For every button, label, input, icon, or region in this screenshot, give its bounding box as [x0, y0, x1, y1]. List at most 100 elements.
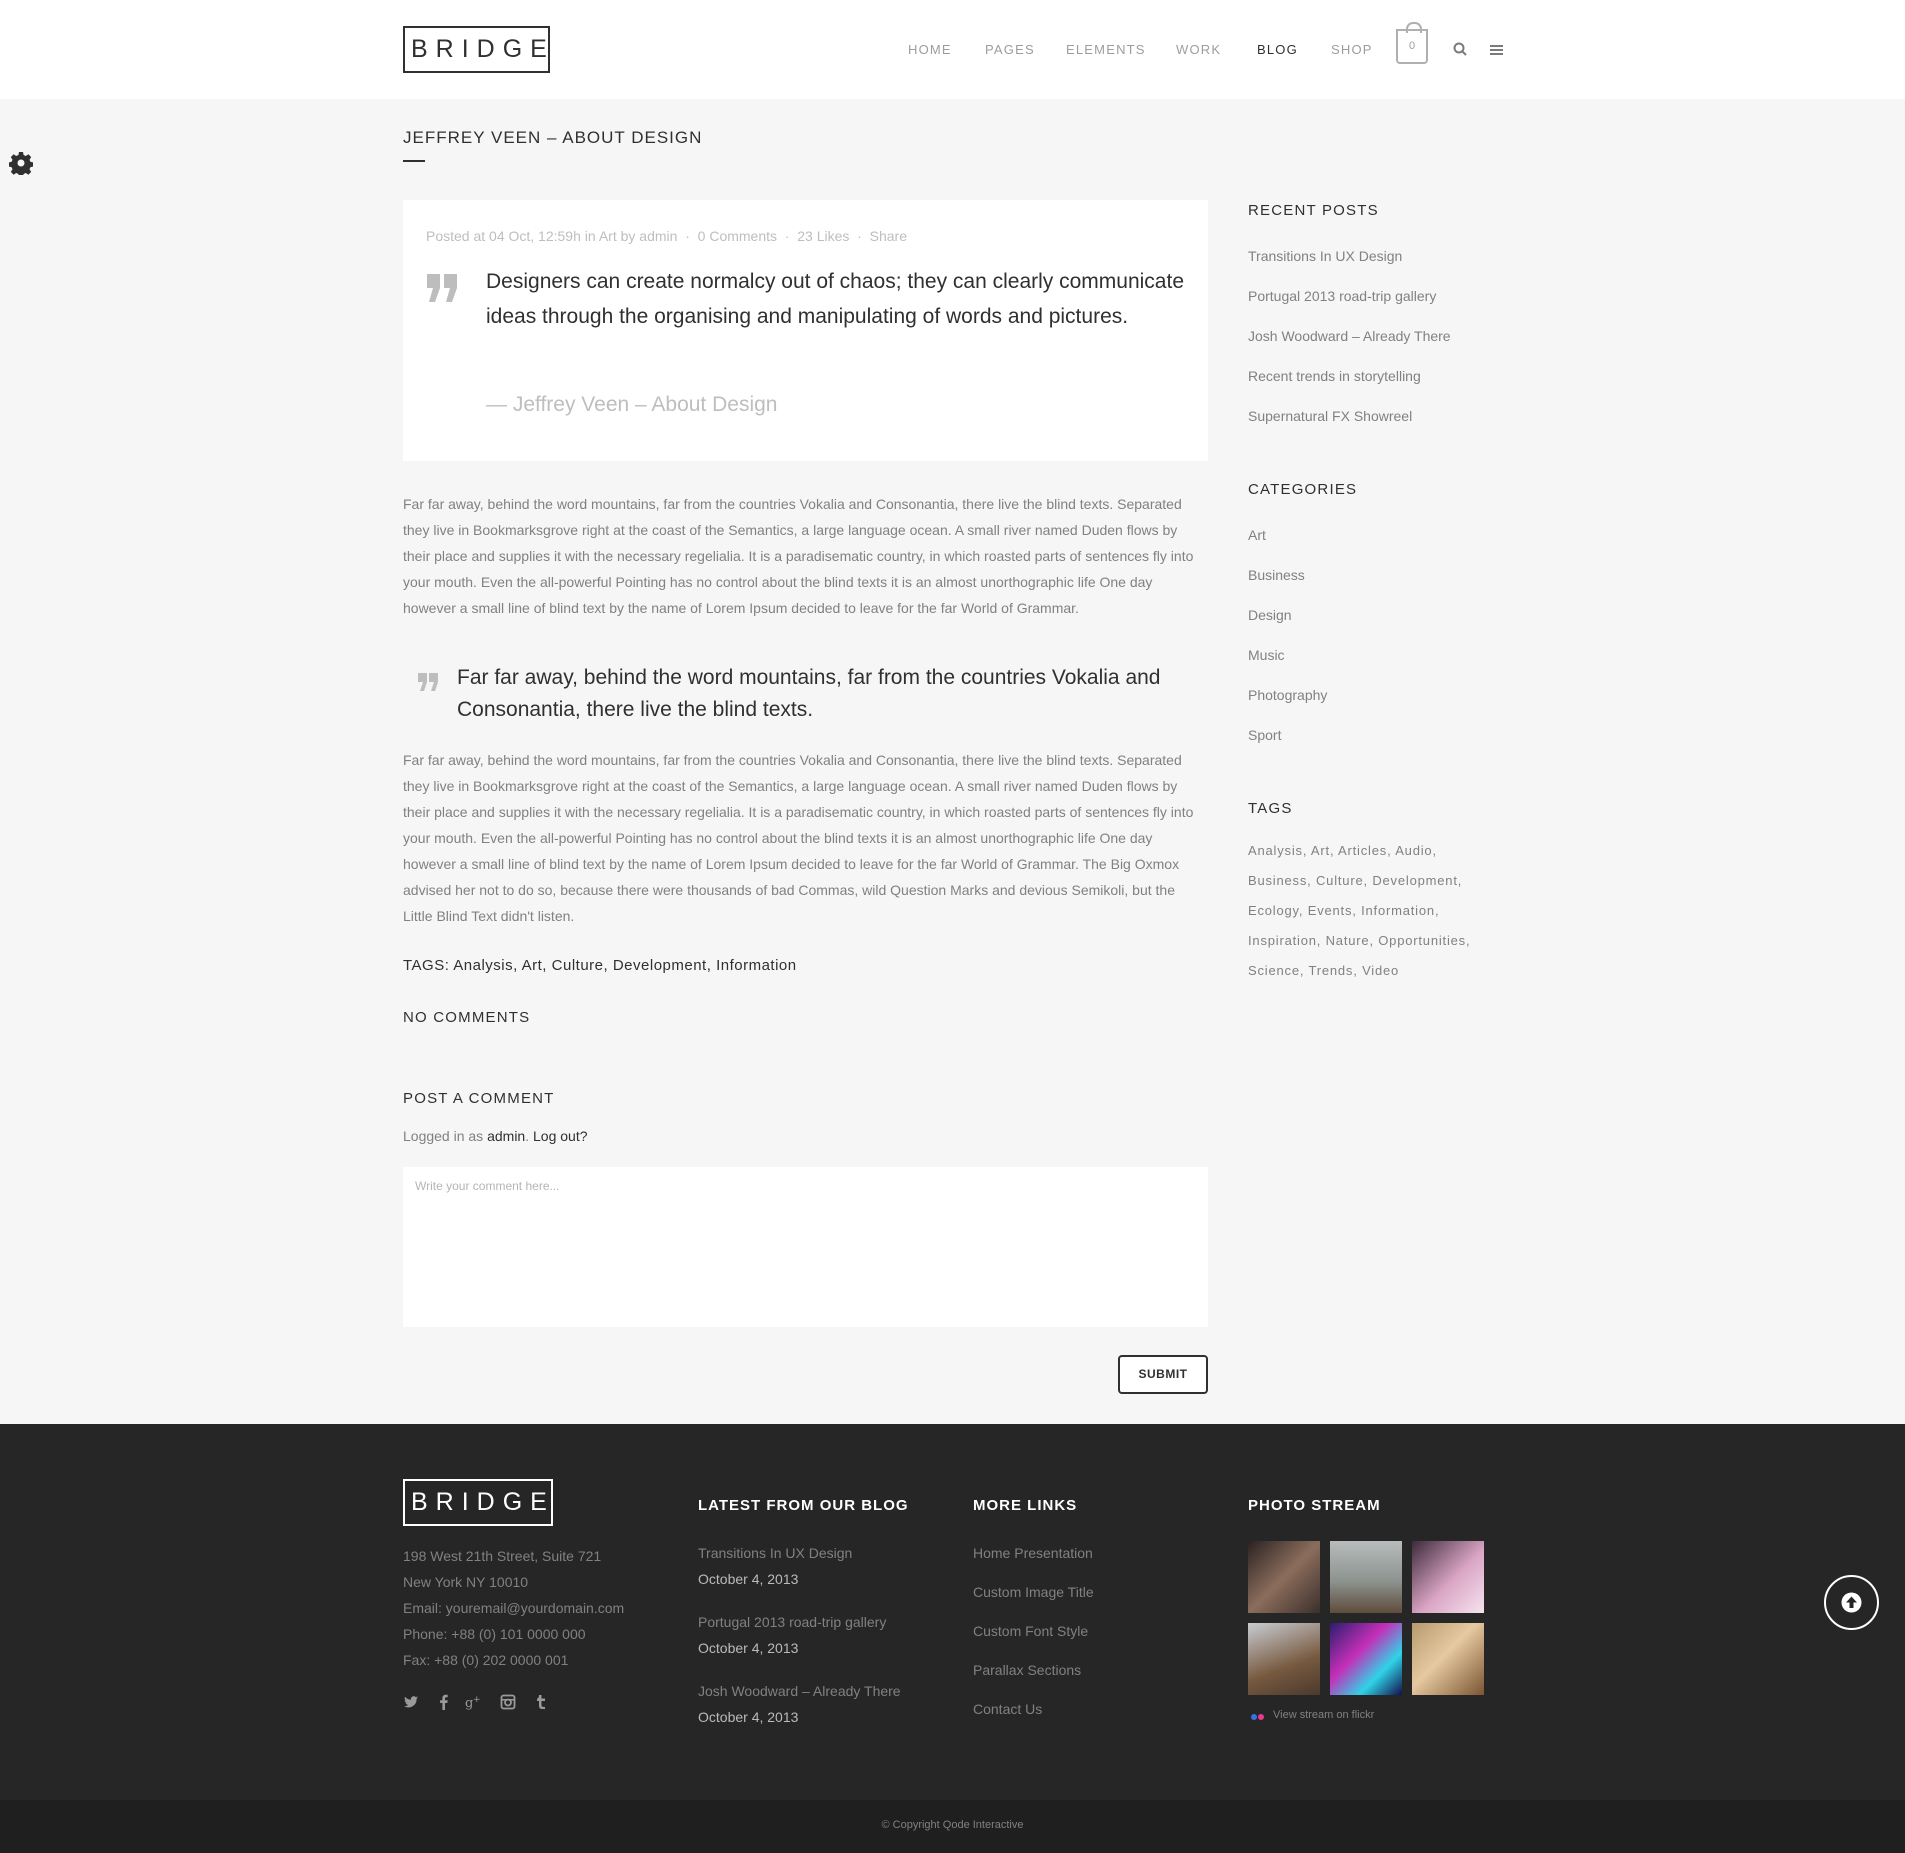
tag-cloud-link[interactable]: Art [1311, 843, 1330, 858]
post-tags: TAGS: Analysis, Art, Culture, Developmen… [403, 957, 797, 974]
tag-cloud-link[interactable]: Trends [1308, 963, 1353, 978]
post-tag-link[interactable]: Analysis [453, 957, 513, 974]
post-likes-link[interactable]: 23 Likes [797, 228, 849, 244]
menu-icon[interactable] [1490, 43, 1504, 55]
copyright-text: © Copyright Qode Interactive [881, 1819, 1024, 1831]
tag-cloud-link[interactable]: Culture [1316, 873, 1364, 888]
cart-button[interactable]: 0 [1396, 22, 1428, 64]
logged-in-text: Logged in as admin. Log out? [403, 1128, 588, 1144]
tag-cloud-link[interactable]: Audio [1395, 843, 1432, 858]
photo-stream-thumbnail[interactable] [1330, 1623, 1402, 1695]
quote-icon [417, 672, 439, 692]
footer-link[interactable]: Home Presentation [973, 1545, 1093, 1561]
logged-user-link[interactable]: admin [487, 1128, 525, 1144]
post-quote-box: Posted at 04 Oct, 12:59h in Art by admin… [403, 200, 1208, 461]
tag-cloud-link[interactable]: Events [1308, 903, 1353, 918]
post-tag-link[interactable]: Culture [552, 957, 604, 974]
category-link[interactable]: Music [1248, 647, 1285, 663]
photo-stream-thumbnail[interactable] [1412, 1623, 1484, 1695]
footer-link[interactable]: Custom Image Title [973, 1584, 1094, 1600]
nav-pages[interactable]: PAGES [985, 42, 1035, 57]
footer-link[interactable]: Parallax Sections [973, 1662, 1081, 1678]
title-separator [403, 160, 425, 162]
photo-stream-thumbnail[interactable] [1330, 1541, 1402, 1613]
tag-cloud-link[interactable]: Business [1248, 873, 1307, 888]
gear-icon[interactable] [8, 151, 34, 177]
post-tag-link[interactable]: Information [716, 957, 797, 974]
quote-text: Designers can create normalcy out of cha… [486, 270, 1184, 328]
meta-separator: · [681, 228, 698, 244]
recent-post-link[interactable]: Josh Woodward – Already There [1248, 328, 1451, 344]
footer-blog-link[interactable]: Josh Woodward – Already There [698, 1683, 901, 1699]
page-title: JEFFREY VEEN – ABOUT DESIGN [403, 128, 703, 147]
tag-cloud-link[interactable]: Information [1361, 903, 1435, 918]
photo-stream-thumbnail[interactable] [1248, 1541, 1320, 1613]
main-nav: HOME PAGES ELEMENTS WORK BLOG SHOP [0, 42, 1905, 58]
facebook-icon[interactable] [436, 1694, 454, 1712]
footer-fax: Fax: +88 (0) 202 0000 001 [403, 1652, 569, 1668]
post-meta: Posted at 04 Oct, 12:59h in Art by admin… [426, 228, 907, 244]
submit-button[interactable]: SUBMIT [1118, 1355, 1208, 1394]
google-plus-icon[interactable]: g + [465, 1694, 483, 1712]
back-to-top-button[interactable] [1824, 1575, 1879, 1630]
footer-link[interactable]: Custom Font Style [973, 1623, 1088, 1639]
search-icon[interactable] [1453, 42, 1467, 56]
tag-cloud-link[interactable]: Nature [1326, 933, 1370, 948]
nav-home[interactable]: HOME [908, 42, 952, 57]
nav-blog[interactable]: BLOG [1257, 42, 1298, 57]
svg-text:+: + [473, 1695, 481, 1705]
post-paragraph-1: Far far away, behind the word mountains,… [403, 496, 1194, 616]
tumblr-icon[interactable] [535, 1694, 553, 1712]
tag-cloud-link[interactable]: Science [1248, 963, 1300, 978]
tag-cloud-link[interactable]: Analysis [1248, 843, 1303, 858]
flickr-stream-link[interactable]: View stream on flickr [1273, 1709, 1374, 1721]
recent-post-link[interactable]: Portugal 2013 road-trip gallery [1248, 288, 1436, 304]
tag-cloud-link[interactable]: Inspiration [1248, 933, 1317, 948]
tag-cloud-link[interactable]: Ecology [1248, 903, 1299, 918]
footer-blog-link[interactable]: Transitions In UX Design [698, 1545, 852, 1561]
post-by-word: by [620, 228, 636, 244]
nav-elements[interactable]: ELEMENTS [1066, 42, 1146, 57]
tags-widget-title: TAGS [1248, 800, 1293, 817]
footer-address-line: New York NY 10010 [403, 1574, 529, 1590]
footer-blog-link[interactable]: Portugal 2013 road-trip gallery [698, 1614, 886, 1630]
recent-post-link[interactable]: Supernatural FX Showreel [1248, 408, 1412, 424]
logged-prefix: Logged in as [403, 1128, 484, 1144]
logout-link[interactable]: Log out? [533, 1128, 588, 1144]
meta-separator: · [780, 228, 798, 244]
post-tag-link[interactable]: Development [613, 957, 707, 974]
category-link[interactable]: Photography [1248, 687, 1327, 703]
category-link[interactable]: Sport [1248, 727, 1281, 743]
post-comments-link[interactable]: 0 Comments [698, 228, 777, 244]
nav-shop[interactable]: SHOP [1331, 42, 1373, 57]
site-header: BRIDGE HOME PAGES ELEMENTS WORK BLOG SHO… [0, 0, 1905, 99]
footer-blog-title: LATEST FROM OUR BLOG [698, 1497, 909, 1514]
categories-title: CATEGORIES [1248, 481, 1358, 498]
category-link[interactable]: Design [1248, 607, 1292, 623]
tag-cloud-link[interactable]: Articles [1338, 843, 1387, 858]
tag-cloud-link[interactable]: Video [1362, 963, 1399, 978]
post-author-link[interactable]: admin [639, 228, 677, 244]
recent-posts-title: RECENT POSTS [1248, 202, 1379, 219]
category-link[interactable]: Business [1248, 567, 1305, 583]
category-link[interactable]: Art [1248, 527, 1266, 543]
footer-link[interactable]: Contact Us [973, 1701, 1042, 1717]
blockquote-text: Far far away, behind the word mountains,… [457, 666, 1161, 721]
photo-stream-title: PHOTO STREAM [1248, 1497, 1381, 1514]
nav-work[interactable]: WORK [1176, 42, 1221, 57]
twitter-icon[interactable] [403, 1694, 421, 1712]
tag-cloud-link[interactable]: Development [1372, 873, 1457, 888]
footer-logo[interactable]: BRIDGE [403, 1479, 553, 1526]
post-comment-heading: POST A COMMENT [403, 1090, 555, 1107]
tag-cloud-link[interactable]: Opportunities [1378, 933, 1466, 948]
post-share-link[interactable]: Share [870, 228, 907, 244]
comment-textarea[interactable] [403, 1167, 1208, 1327]
recent-post-link[interactable]: Transitions In UX Design [1248, 248, 1402, 264]
photo-stream-thumbnail[interactable] [1412, 1541, 1484, 1613]
footer-address-line: 198 West 21th Street, Suite 721 [403, 1548, 602, 1564]
photo-stream-thumbnail[interactable] [1248, 1623, 1320, 1695]
post-category-link[interactable]: Art [599, 228, 617, 244]
post-tag-link[interactable]: Art [522, 957, 543, 974]
recent-post-link[interactable]: Recent trends in storytelling [1248, 368, 1421, 384]
instagram-icon[interactable] [500, 1694, 518, 1712]
